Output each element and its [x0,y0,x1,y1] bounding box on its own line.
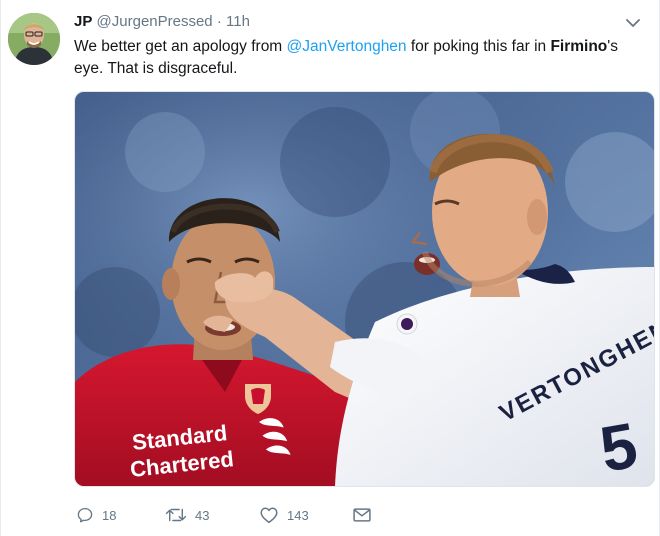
tweet-text-bold: Firmino [550,38,608,55]
photo-image: Standard Chartered VERTONGHEN 5 [75,92,654,486]
tweet-actions: 18 43 143 [76,503,476,527]
reply-icon [77,507,93,523]
avatar[interactable] [8,13,60,65]
tweet-text: We better get an apology from @JanVerton… [74,36,649,80]
timestamp[interactable]: 11h [226,13,250,30]
reply-count: 18 [102,507,117,523]
author-handle[interactable]: @JurgenPressed [97,13,213,30]
tweet-header: JP @JurgenPressed · 11h [74,13,250,31]
caret-down-icon[interactable] [625,16,641,28]
tweet-card[interactable]: JP @JurgenPressed · 11h We better get an… [0,0,660,536]
avatar-image [8,13,60,65]
like-button[interactable]: 143 [259,503,309,527]
direct-message-icon [353,508,371,522]
author-name[interactable]: JP [74,13,92,30]
retweet-icon [165,508,187,522]
tweet-text-part1: We better get an apology from [74,38,287,55]
direct-message-button[interactable] [352,503,372,527]
like-icon [260,507,278,524]
tweet-text-part2: for poking this far in [406,38,551,55]
reply-button[interactable]: 18 [76,503,116,527]
mention-link[interactable]: @JanVertonghen [287,38,407,55]
separator: · [216,13,222,30]
like-count: 143 [287,507,309,523]
tweet-photo[interactable]: Standard Chartered VERTONGHEN 5 [74,91,655,487]
retweet-count: 43 [195,507,210,523]
retweet-button[interactable]: 43 [165,503,209,527]
